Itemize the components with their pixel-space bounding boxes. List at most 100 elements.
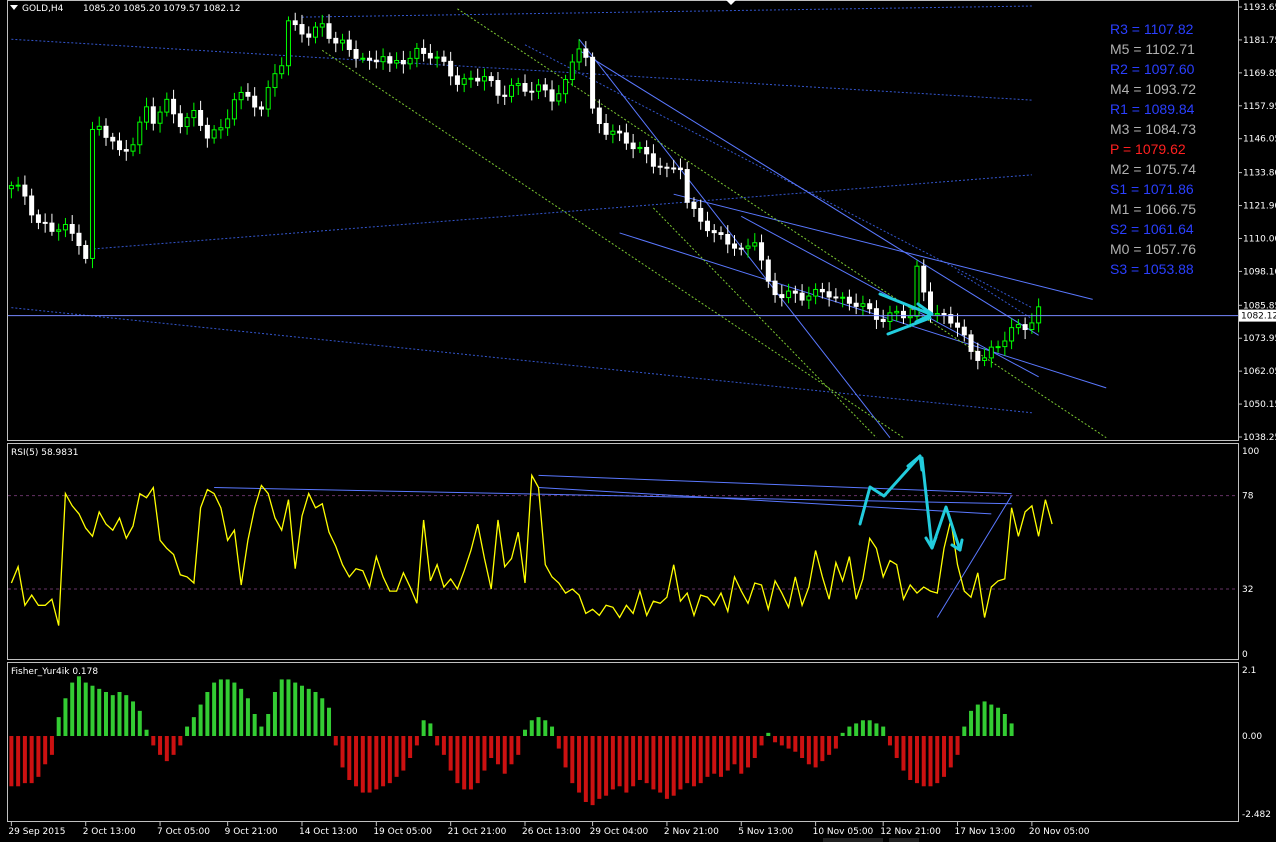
candle-body — [704, 220, 710, 232]
time-tick-label: 29 Sep 2015 — [8, 827, 65, 837]
candle-body — [103, 125, 109, 138]
fisher-bar — [901, 735, 906, 771]
fisher-bar — [563, 735, 568, 768]
time-tick-label: 2 Oct 13:00 — [83, 827, 136, 837]
fisher-bar — [847, 726, 852, 736]
fisher-bar — [29, 735, 34, 784]
fisher-bar — [110, 695, 115, 736]
candle-body — [873, 308, 879, 320]
candle-body — [745, 245, 751, 249]
time-tick-label: 14 Oct 13:00 — [299, 827, 358, 837]
candle-body — [313, 26, 318, 38]
candle-body — [245, 91, 251, 97]
candle-body — [184, 117, 190, 128]
candle-body — [813, 288, 819, 297]
candle-body — [698, 207, 704, 222]
candle-body — [576, 48, 582, 63]
fisher-bar — [22, 735, 27, 784]
candle-body — [191, 110, 197, 119]
fisher-bar — [225, 679, 230, 736]
candle-body — [529, 90, 535, 93]
fisher-bar — [191, 717, 196, 736]
candle-body — [117, 140, 123, 151]
candle-body — [982, 357, 988, 361]
fisher-tick-label: 0.00 — [1242, 732, 1262, 742]
time-tick-label: 12 Nov 21:00 — [880, 827, 941, 837]
fisher-bar — [914, 735, 919, 784]
fisher-bar — [908, 735, 913, 780]
candle-body — [15, 184, 21, 187]
fisher-bar — [671, 735, 676, 796]
candle-body — [988, 346, 994, 359]
candle-body — [110, 136, 116, 142]
fisher-bar — [536, 717, 541, 736]
candle-body — [157, 111, 163, 124]
fisher-bar — [16, 735, 21, 787]
pivot-m1: M1 = 1066.75 — [1110, 201, 1196, 217]
fisher-bar — [509, 735, 514, 765]
candle-body — [171, 98, 177, 115]
candle-body — [549, 89, 555, 102]
fisher-bar — [928, 735, 933, 787]
fisher-bar — [624, 735, 629, 793]
fisher-bar — [374, 735, 379, 790]
candle-body — [1015, 324, 1021, 329]
fisher-bar — [367, 735, 372, 793]
candle-body — [285, 20, 291, 67]
candle-body — [29, 195, 35, 216]
candle-body — [22, 184, 28, 197]
fisher-bar — [982, 701, 987, 736]
fisher-bar — [766, 732, 771, 736]
fisher-bar — [644, 735, 649, 784]
candle-body — [522, 83, 528, 92]
fisher-bar — [725, 735, 730, 771]
fisher-bar — [56, 717, 61, 736]
fisher-bar — [935, 735, 940, 784]
fisher-bar — [313, 691, 318, 736]
fisher-bar — [333, 735, 338, 746]
candle-body — [96, 125, 102, 130]
candle-body — [556, 93, 562, 102]
candle-body — [35, 214, 41, 223]
fisher-bar — [523, 729, 528, 736]
candle-body — [900, 310, 906, 319]
fisher-bar — [705, 735, 710, 777]
candle-body — [421, 47, 427, 54]
price-tick-label: 1146.05 — [1243, 135, 1276, 145]
candle-body — [819, 288, 825, 293]
scrollbar-thumb[interactable] — [823, 838, 883, 842]
fisher-bar — [198, 704, 203, 736]
pivot-m4: M4 = 1093.72 — [1110, 81, 1196, 97]
candle-body — [617, 130, 623, 134]
candle-body — [786, 290, 792, 299]
candle-body — [907, 315, 913, 319]
rsi-tick-label: 32 — [1242, 585, 1253, 595]
fisher-bar — [516, 735, 521, 755]
candle-body — [137, 121, 143, 146]
fisher-bar — [577, 735, 582, 793]
fisher-bar — [610, 735, 615, 790]
fisher-bar — [428, 723, 433, 736]
candle-body — [691, 201, 697, 209]
fisher-bar — [63, 698, 68, 736]
price-tick-label: 1133.80 — [1243, 169, 1276, 179]
fisher-bar — [860, 720, 865, 736]
fisher-bar — [1009, 723, 1014, 736]
fisher-bar — [124, 695, 129, 736]
candle-body — [130, 144, 136, 152]
price-tick-label: 1121.90 — [1243, 202, 1276, 212]
fisher-bar — [854, 723, 859, 736]
fisher-bar — [590, 735, 595, 806]
time-tick-label: 7 Oct 05:00 — [157, 827, 210, 837]
scrollbar-thumb-2[interactable] — [889, 838, 919, 842]
fisher-bar — [489, 735, 494, 758]
candle-body — [1022, 324, 1028, 331]
candle-body — [407, 57, 413, 65]
candle-body — [299, 24, 305, 35]
fisher-tick-label: 2.1 — [1242, 666, 1256, 676]
candle-body — [630, 142, 636, 150]
candle-body — [752, 242, 758, 247]
fisher-bar — [651, 735, 656, 790]
candle-body — [995, 346, 1001, 349]
candle-body — [211, 129, 217, 139]
